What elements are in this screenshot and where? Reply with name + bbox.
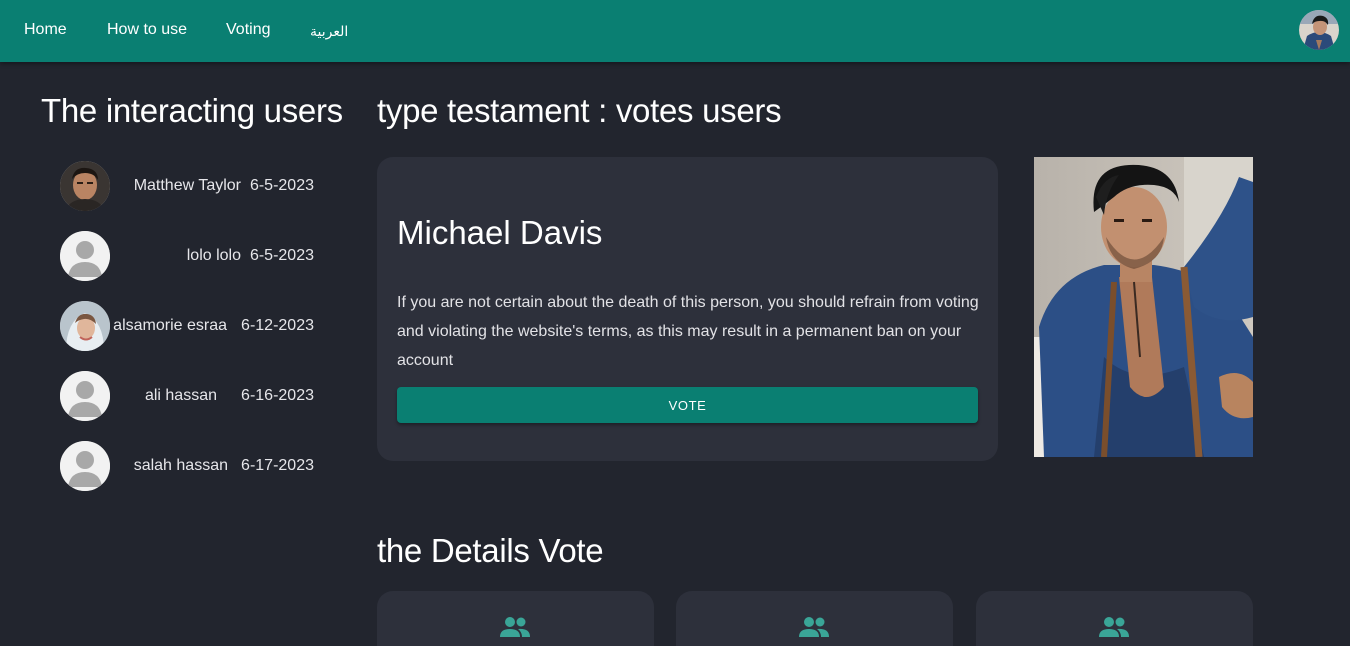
- page-title: type testament : votes users: [377, 92, 782, 129]
- user-list-item[interactable]: salah hassan 6-17-2023: [60, 441, 320, 491]
- detail-card: [377, 591, 654, 646]
- users-icon: [799, 617, 829, 637]
- nav-arabic-language-link[interactable]: العربية: [310, 22, 348, 40]
- person-photo: [1034, 157, 1253, 457]
- detail-card: [676, 591, 953, 646]
- avatar: [60, 301, 110, 351]
- users-icon: [500, 617, 530, 637]
- vote-button[interactable]: VOTE: [397, 387, 978, 423]
- interacting-users-title: The interacting users: [41, 92, 343, 129]
- user-name: alsamorie esraa: [113, 317, 227, 334]
- default-avatar-icon: [60, 231, 110, 281]
- person-vote-card: Michael Davis If you are not certain abo…: [377, 157, 998, 461]
- user-list-item[interactable]: Matthew Taylor 6-5-2023: [60, 161, 320, 211]
- user-date: 6-5-2023: [249, 247, 314, 264]
- user-date: 6-12-2023: [241, 317, 314, 334]
- person-name: Michael Davis: [397, 214, 603, 251]
- user-name: lolo lolo: [186, 247, 241, 264]
- avatar: [60, 161, 110, 211]
- users-icon: [1099, 617, 1129, 637]
- user-list-item[interactable]: alsamorie esraa 6-12-2023: [60, 301, 320, 351]
- default-avatar-icon: [60, 441, 110, 491]
- details-vote-title: the Details Vote: [377, 532, 604, 569]
- user-date: 6-16-2023: [241, 387, 314, 404]
- vote-warning-text: If you are not certain about the death o…: [397, 294, 979, 369]
- user-name: ali hassan: [144, 387, 217, 404]
- user-list-item[interactable]: lolo lolo 6-5-2023: [60, 231, 320, 281]
- detail-card: [976, 591, 1253, 646]
- nav-home-link[interactable]: Home: [24, 21, 67, 39]
- default-avatar-icon: [60, 371, 110, 421]
- nav-how-to-use-link[interactable]: How to use: [107, 21, 187, 39]
- user-date: 6-17-2023: [241, 457, 314, 474]
- user-date: 6-5-2023: [249, 177, 314, 194]
- top-navbar: Home How to use Voting العربية: [0, 0, 1350, 62]
- user-name: Matthew Taylor: [133, 177, 241, 194]
- profile-avatar[interactable]: [1299, 10, 1339, 50]
- user-list-item[interactable]: ali hassan 6-16-2023: [60, 371, 320, 421]
- nav-voting-link[interactable]: Voting: [226, 21, 270, 39]
- user-name: salah hassan: [133, 457, 228, 474]
